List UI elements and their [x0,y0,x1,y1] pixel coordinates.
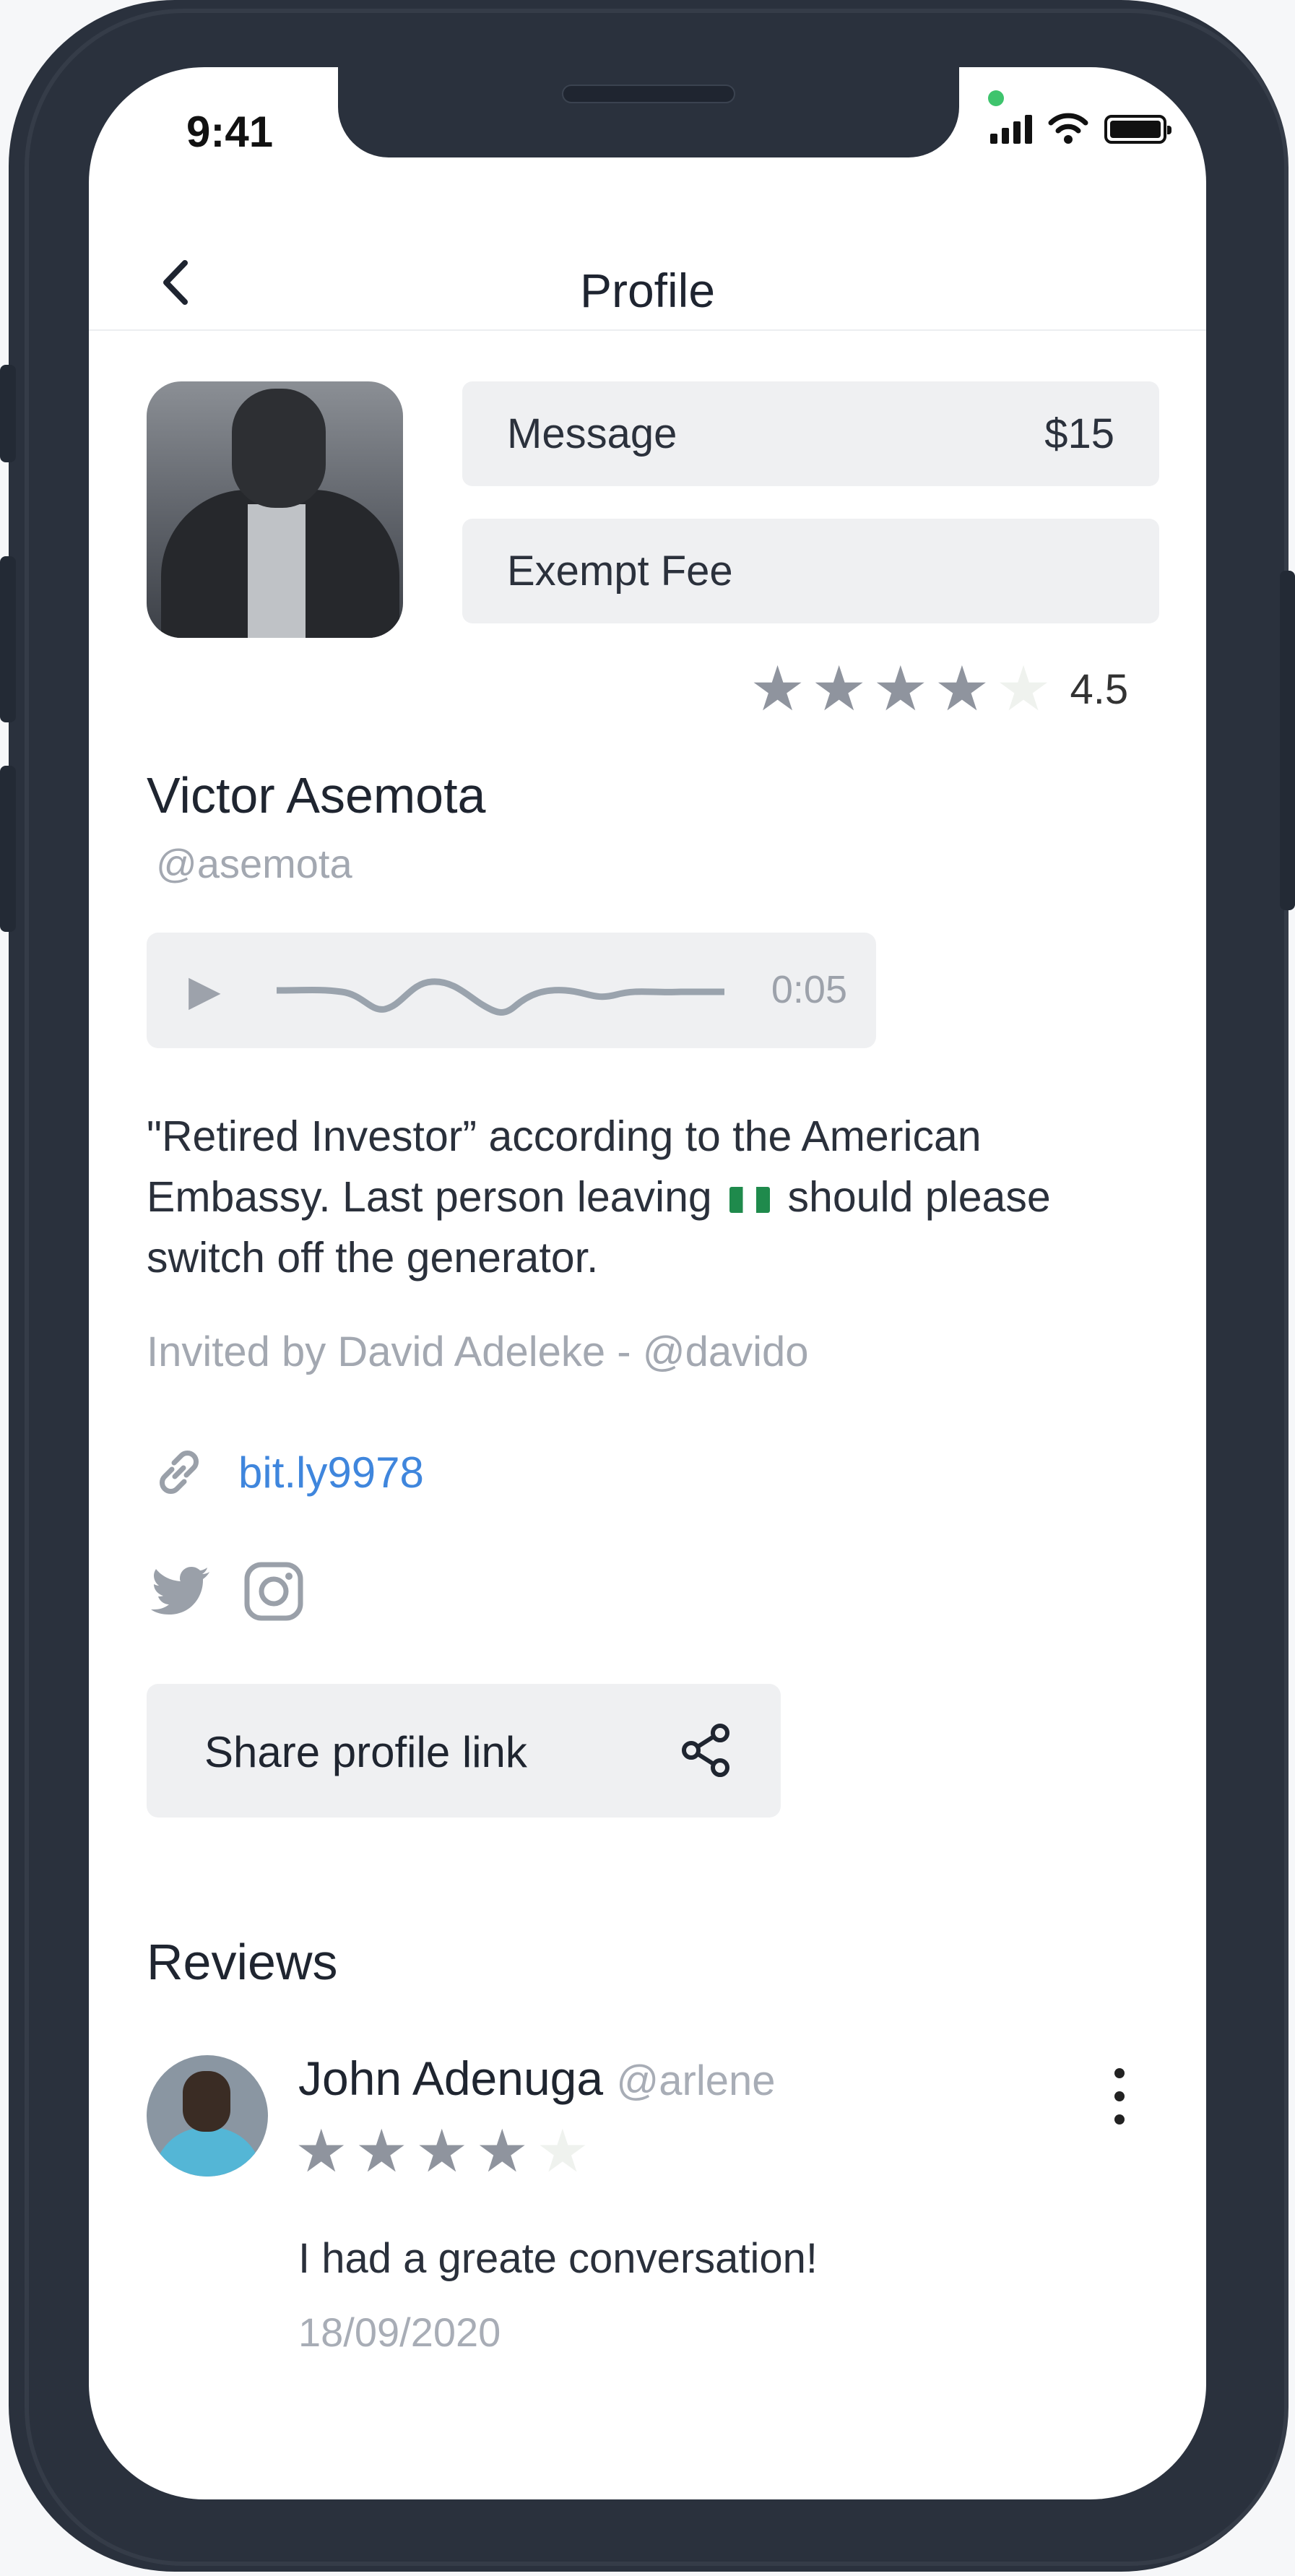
battery-icon [1104,115,1171,144]
status-time: 9:41 [186,108,274,156]
profile-handle: @asemota [156,841,352,886]
social-links [150,1561,304,1622]
review-rating: ★ ★ ★ ★ ★ [295,2122,597,2182]
reviewer-name: John Adenuga [298,2052,604,2105]
star-icon: ★ [475,2119,529,2184]
reviewer-handle: @arlene [616,2057,776,2104]
reviewer-avatar [147,2055,268,2177]
star-icon: ★ [415,2119,469,2184]
twitter-icon[interactable] [150,1566,211,1617]
star-icon: ★ [811,654,867,724]
star-icon: ★ [750,654,806,724]
audio-player[interactable]: ▶ 0:05 [147,933,876,1048]
play-icon[interactable]: ▶ [189,966,221,1015]
star-empty-icon: ★ [536,2119,589,2184]
header-bar: Profile [89,237,1206,331]
share-icon [682,1724,729,1777]
power-button [1280,571,1295,910]
profile-rating: ★ ★ ★ ★ ★ 4.5 [750,658,1128,720]
review-date: 18/09/2020 [298,2309,501,2355]
signal-icon [990,112,1032,144]
invited-by-text: Invited by David Adeleke - @davido [147,1328,809,1375]
link-icon [160,1451,199,1494]
share-profile-button[interactable]: Share profile link [147,1684,781,1818]
profile-link[interactable]: bit.ly9978 [238,1448,424,1497]
mute-switch [0,365,16,462]
status-icons [990,112,1171,144]
exempt-fee-label: Exempt Fee [507,548,733,595]
reviews-heading: Reviews [147,1934,338,1990]
audio-duration: 0:05 [771,968,847,1011]
star-empty-icon: ★ [995,654,1052,724]
review-text: I had a greate conversation! [298,2235,818,2282]
profile-avatar [147,381,403,638]
message-label: Message [507,410,677,457]
exempt-fee-button[interactable]: Exempt Fee [462,519,1159,623]
profile-link-row[interactable]: bit.ly9978 [150,1443,424,1501]
waveform [277,978,724,1016]
more-vertical-icon[interactable] [1114,2068,1125,2125]
volume-up-button [0,556,16,722]
profile-name: Victor Asemota [147,767,486,824]
star-icon: ★ [934,654,990,724]
reviewer-name-row: John Adenuga @arlene [298,2051,776,2106]
rating-value: 4.5 [1070,665,1129,713]
star-icon: ★ [872,654,929,724]
speaker-grille [562,85,735,103]
nigeria-flag-icon [729,1187,771,1214]
message-button[interactable]: Message $15 [462,381,1159,486]
wifi-icon [1048,113,1088,144]
notch [338,67,959,157]
camera-indicator [988,90,1004,106]
message-price: $15 [1044,410,1114,457]
page-title: Profile [579,264,716,317]
screen: 9:41 Profile Message $15 Exempt Fee ★ ★ … [89,67,1206,2499]
share-profile-label: Share profile link [204,1728,527,1776]
star-icon: ★ [355,2119,409,2184]
instagram-icon[interactable] [243,1561,304,1622]
volume-down-button [0,766,16,932]
star-icon: ★ [295,2119,348,2184]
profile-bio: "Retired Investor” according to the Amer… [147,1106,1129,1288]
